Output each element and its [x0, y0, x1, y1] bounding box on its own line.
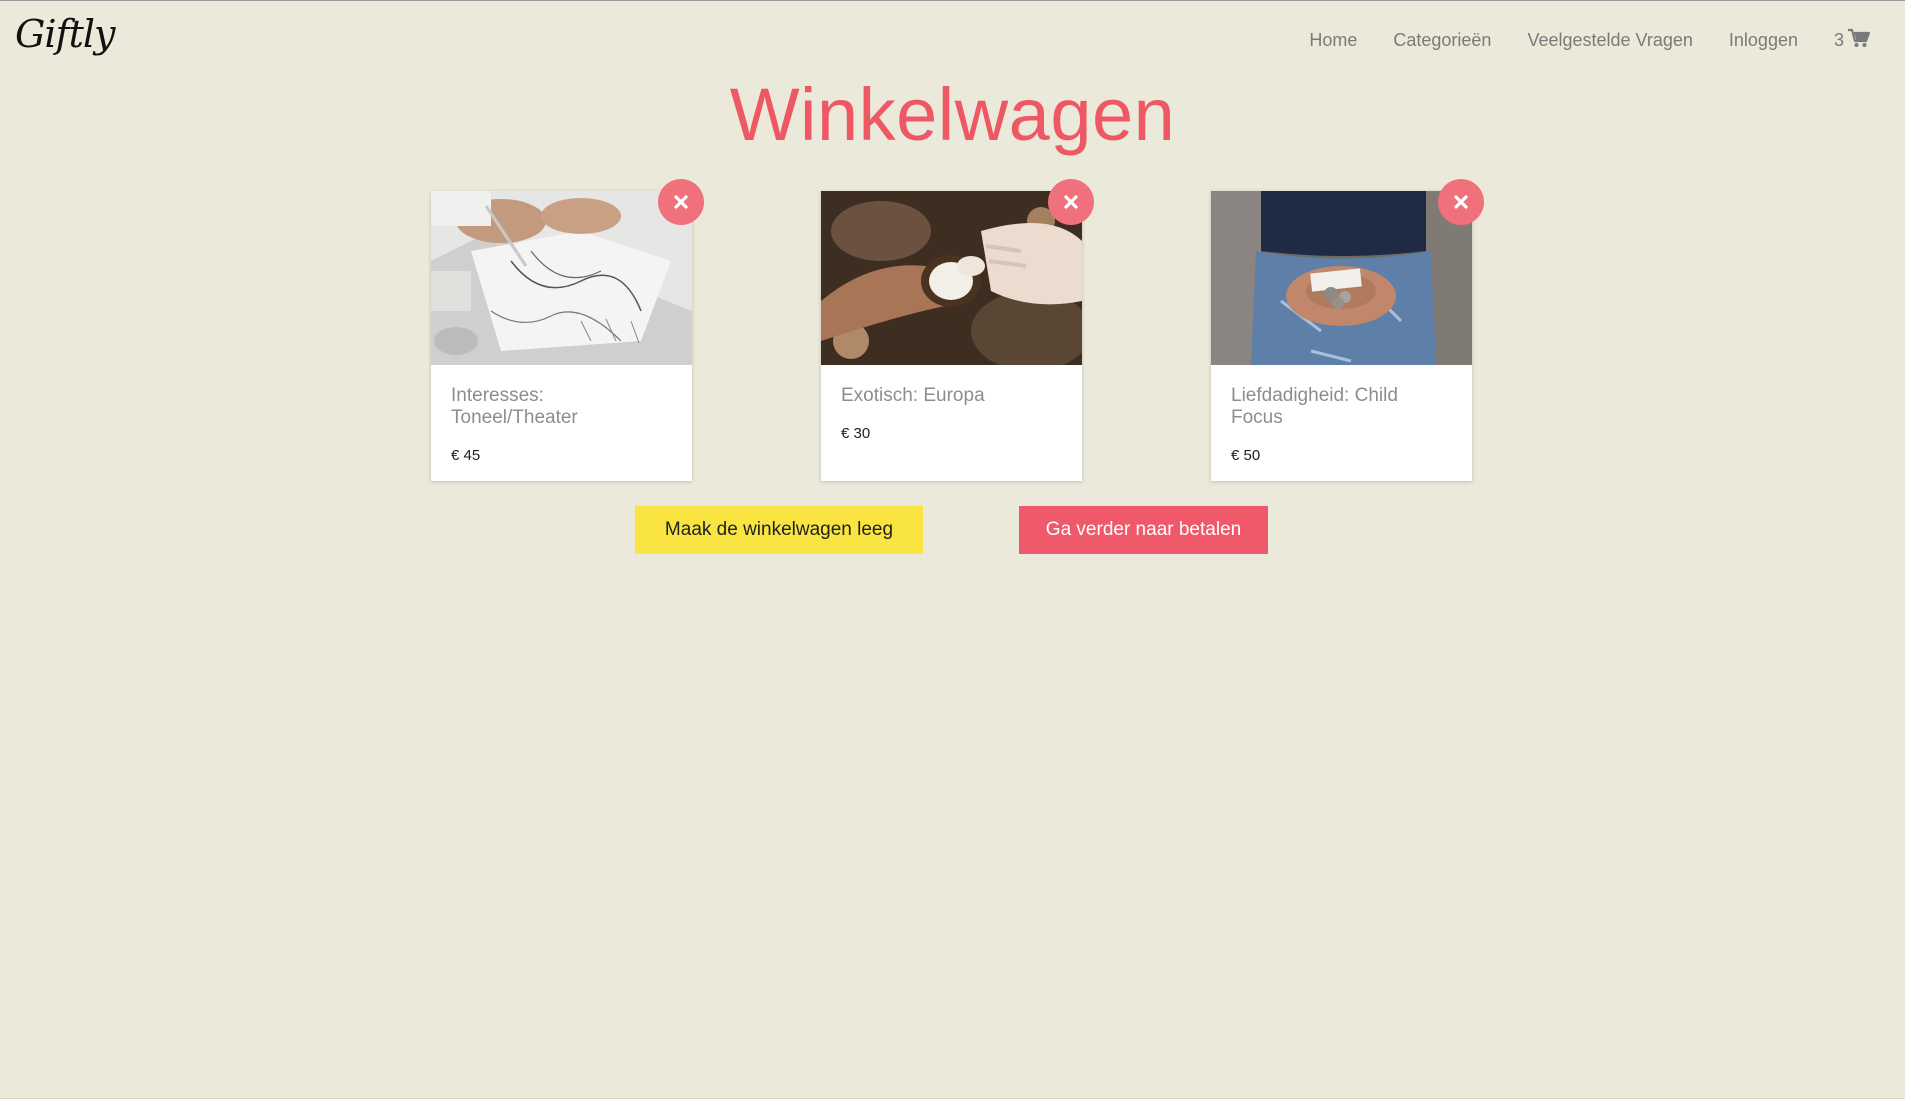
cart-item-card: Interesses: Toneel/Theater € 45 — [431, 179, 704, 481]
cart-item-title: Exotisch: Europa — [841, 385, 985, 406]
close-icon — [1064, 195, 1078, 209]
remove-item-button[interactable] — [1048, 179, 1094, 225]
checkout-button[interactable]: Ga verder naar betalen — [1019, 506, 1268, 554]
remove-item-button[interactable] — [658, 179, 704, 225]
sketching-hands-photo — [431, 191, 692, 365]
cart-item-card: Liefdadigheid: Child Focus € 50 — [1211, 179, 1484, 481]
nav-cart-link[interactable]: 3 — [1833, 28, 1871, 53]
cart-item-price: € 45 — [451, 447, 481, 464]
shopping-cart-icon — [1848, 28, 1871, 53]
cart-item-price: € 30 — [841, 425, 871, 442]
page-title: Winkelwagen — [729, 73, 1176, 156]
empty-cart-button[interactable]: Maak de winkelwagen leeg — [635, 506, 923, 554]
close-icon — [1454, 195, 1468, 209]
giftly-logo[interactable]: Giftly — [15, 12, 115, 56]
cart-item-title: Liefdadigheid: Child Focus — [1231, 385, 1398, 428]
coins-in-hands-photo — [1211, 191, 1472, 365]
coconut-hands-photo — [821, 191, 1082, 365]
nav-item-categories[interactable]: Categorieën — [1393, 30, 1491, 51]
cart-item-card: Exotisch: Europa € 30 — [821, 179, 1094, 481]
remove-item-button[interactable] — [1438, 179, 1484, 225]
nav-item-faq[interactable]: Veelgestelde Vragen — [1527, 30, 1692, 51]
nav-item-login[interactable]: Inloggen — [1729, 30, 1798, 51]
main-nav: Home Categorieën Veelgestelde Vragen Inl… — [1309, 28, 1871, 53]
top-border — [0, 0, 1905, 1]
close-icon — [674, 195, 688, 209]
cart-item-title: Interesses: Toneel/Theater — [451, 385, 578, 428]
cart-item-price: € 50 — [1231, 447, 1261, 464]
nav-item-home[interactable]: Home — [1309, 30, 1357, 51]
cart-count: 3 — [1833, 30, 1844, 50]
